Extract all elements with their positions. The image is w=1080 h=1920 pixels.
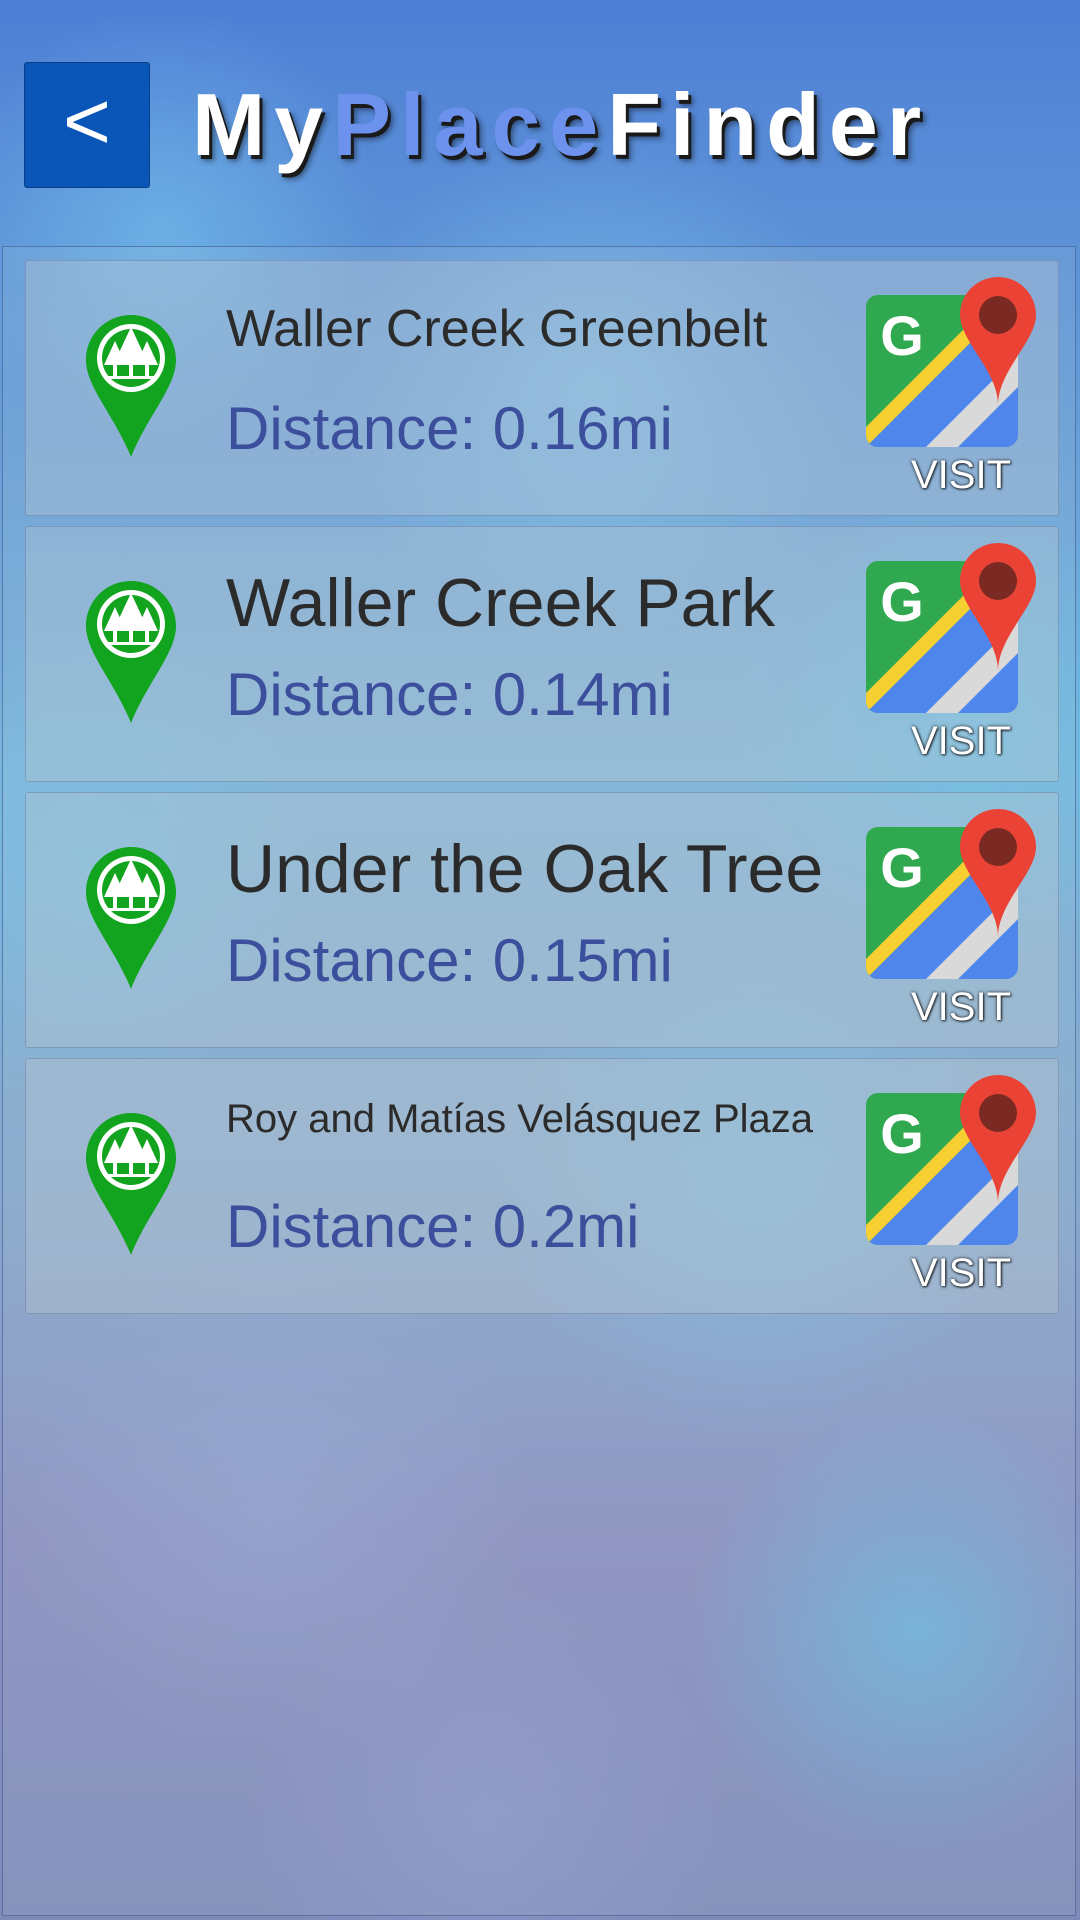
place-distance: Distance: 0.16mi — [226, 395, 673, 462]
place-list-item[interactable]: Waller Creek Greenbelt Distance: 0.16mi … — [25, 260, 1059, 516]
visit-label: VISIT — [910, 985, 1012, 1029]
google-maps-icon: G — [866, 543, 1036, 713]
svg-text:G: G — [880, 304, 924, 367]
park-pin-icon — [86, 1113, 176, 1255]
place-list-item[interactable]: Under the Oak Tree Distance: 0.15mi G VI… — [25, 792, 1059, 1048]
place-name: Waller Creek Greenbelt — [226, 300, 768, 358]
visit-button[interactable]: G VISIT — [866, 543, 1056, 769]
park-pin-icon — [86, 581, 176, 723]
park-pin-icon — [86, 315, 176, 457]
place-list-item[interactable]: Waller Creek Park Distance: 0.14mi G VIS… — [25, 526, 1059, 782]
app-title-part-place: Place — [332, 75, 608, 174]
visit-label: VISIT — [910, 719, 1012, 763]
google-maps-icon: G — [866, 1075, 1036, 1245]
places-list: Waller Creek Greenbelt Distance: 0.16mi … — [25, 260, 1059, 1324]
visit-button[interactable]: G VISIT — [866, 277, 1056, 503]
svg-text:G: G — [880, 836, 924, 899]
app-title: MyPlaceFinder — [192, 70, 930, 180]
svg-text:G: G — [880, 1102, 924, 1165]
app-title-part-finder: Finder — [607, 75, 931, 174]
visit-label: VISIT — [910, 1251, 1012, 1295]
place-name: Roy and Matías Velásquez Plaza — [226, 1097, 814, 1141]
place-name: Under the Oak Tree — [226, 831, 824, 907]
places-list-panel[interactable]: Waller Creek Greenbelt Distance: 0.16mi … — [2, 246, 1076, 1916]
back-button[interactable]: < — [24, 62, 150, 188]
svg-text:G: G — [880, 570, 924, 633]
place-name: Waller Creek Park — [226, 565, 776, 641]
app-header: < MyPlaceFinder — [0, 0, 1080, 245]
visit-button[interactable]: G VISIT — [866, 809, 1056, 1035]
google-maps-icon: G — [866, 809, 1036, 979]
visit-button[interactable]: G VISIT — [866, 1075, 1056, 1301]
app-title-part-my: My — [192, 75, 333, 174]
visit-label: VISIT — [910, 453, 1012, 497]
place-distance: Distance: 0.14mi — [226, 661, 673, 728]
place-distance: Distance: 0.2mi — [226, 1193, 640, 1260]
place-distance: Distance: 0.15mi — [226, 927, 673, 994]
place-list-item[interactable]: Roy and Matías Velásquez Plaza Distance:… — [25, 1058, 1059, 1314]
google-maps-icon: G — [866, 277, 1036, 447]
park-pin-icon — [86, 847, 176, 989]
